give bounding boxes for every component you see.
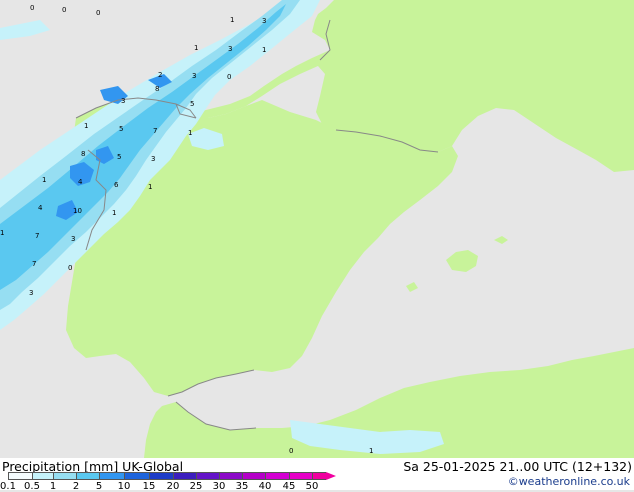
precip-value: 1 bbox=[194, 44, 198, 52]
precip-value: 1 bbox=[42, 176, 46, 184]
scale-swatch bbox=[149, 472, 173, 480]
precip-value: 3 bbox=[262, 17, 266, 25]
scale-tick-label: 20 bbox=[166, 481, 180, 492]
precip-value: 8 bbox=[81, 150, 85, 158]
scale-swatch bbox=[76, 472, 99, 480]
credit-link[interactable]: ©weatheronline.co.uk bbox=[508, 475, 630, 488]
scale-tick-label: 45 bbox=[282, 481, 296, 492]
precip-value: 3 bbox=[71, 235, 75, 243]
scale-swatch bbox=[124, 472, 149, 480]
precip-value: 2 bbox=[158, 71, 162, 79]
precip-value: 4 bbox=[38, 204, 43, 212]
precip-value: 1 bbox=[112, 209, 116, 217]
precip-value: 5 bbox=[119, 125, 123, 133]
precip-value: 1 bbox=[369, 447, 373, 455]
scale-tick-label: 0.5 bbox=[24, 481, 40, 492]
scale-tick-label: 30 bbox=[212, 481, 226, 492]
precip-value: 5 bbox=[190, 100, 194, 108]
precip-value: 1 bbox=[262, 46, 266, 54]
scale-swatch bbox=[53, 472, 76, 480]
scale-tick-label: 35 bbox=[235, 481, 249, 492]
scale-swatch bbox=[173, 472, 196, 480]
scale-tick-label: 2 bbox=[72, 481, 80, 492]
scale-swatch bbox=[32, 472, 53, 480]
scale-tick-label: 10 bbox=[117, 481, 131, 492]
scale-swatch bbox=[289, 472, 312, 480]
precip-value: 6 bbox=[114, 181, 119, 189]
forecast-datetime: Sa 25-01-2025 21..00 UTC (12+132) bbox=[403, 459, 632, 474]
precip-value: 1 bbox=[230, 16, 234, 24]
precip-value: 7 bbox=[35, 232, 39, 240]
scale-tick-label: 5 bbox=[95, 481, 103, 492]
precip-value: 0 bbox=[96, 9, 100, 17]
scale-swatch bbox=[8, 472, 32, 480]
scale-swatch bbox=[99, 472, 124, 480]
precip-value: 8 bbox=[155, 85, 159, 93]
precip-value: 1 bbox=[148, 183, 152, 191]
precip-value: 4 bbox=[78, 178, 83, 186]
scale-swatch bbox=[242, 472, 265, 480]
scale-swatch bbox=[265, 472, 289, 480]
precip-value: 7 bbox=[153, 127, 157, 135]
precip-value: 0 bbox=[30, 4, 34, 12]
precip-value: 3 bbox=[29, 289, 33, 297]
scale-tick-label: 0.1 bbox=[0, 481, 16, 492]
scale-arrow-icon bbox=[326, 472, 336, 480]
scale-swatch bbox=[312, 472, 326, 480]
precip-value: 0 bbox=[62, 6, 66, 14]
scale-tick-label: 25 bbox=[189, 481, 203, 492]
precip-value: 3 bbox=[121, 97, 125, 105]
precip-value: 3 bbox=[192, 72, 196, 80]
scale-tick-label: 50 bbox=[305, 481, 319, 492]
scale-tick-label: 40 bbox=[258, 481, 272, 492]
precip-value: 7 bbox=[32, 260, 36, 268]
precip-value: 5 bbox=[117, 153, 121, 161]
precip-value: 1 bbox=[84, 122, 88, 130]
map-canvas: 0 0 0 1 3 1 3 1 2 3 0 3 8 5 1 5 7 1 8 5 … bbox=[0, 0, 634, 458]
precip-value: 0 bbox=[68, 264, 72, 272]
scale-tick-label: 15 bbox=[142, 481, 156, 492]
precip-value: 3 bbox=[151, 155, 155, 163]
precipitation-map[interactable]: 0 0 0 1 3 1 3 1 2 3 0 3 8 5 1 5 7 1 8 5 … bbox=[0, 0, 634, 458]
precip-value: 1 bbox=[0, 229, 4, 237]
precip-value: 3 bbox=[228, 45, 232, 53]
precip-value: 0 bbox=[289, 447, 293, 455]
scale-swatch bbox=[196, 472, 219, 480]
precip-value: 10 bbox=[73, 207, 82, 215]
precip-value: 1 bbox=[188, 129, 192, 137]
color-scale-legend: 0.1 0.5 1 2 5 10 15 20 25 30 35 40 45 50 bbox=[0, 472, 336, 492]
scale-swatch bbox=[219, 472, 242, 480]
scale-tick-label: 1 bbox=[49, 481, 57, 492]
precip-value: 0 bbox=[227, 73, 231, 81]
